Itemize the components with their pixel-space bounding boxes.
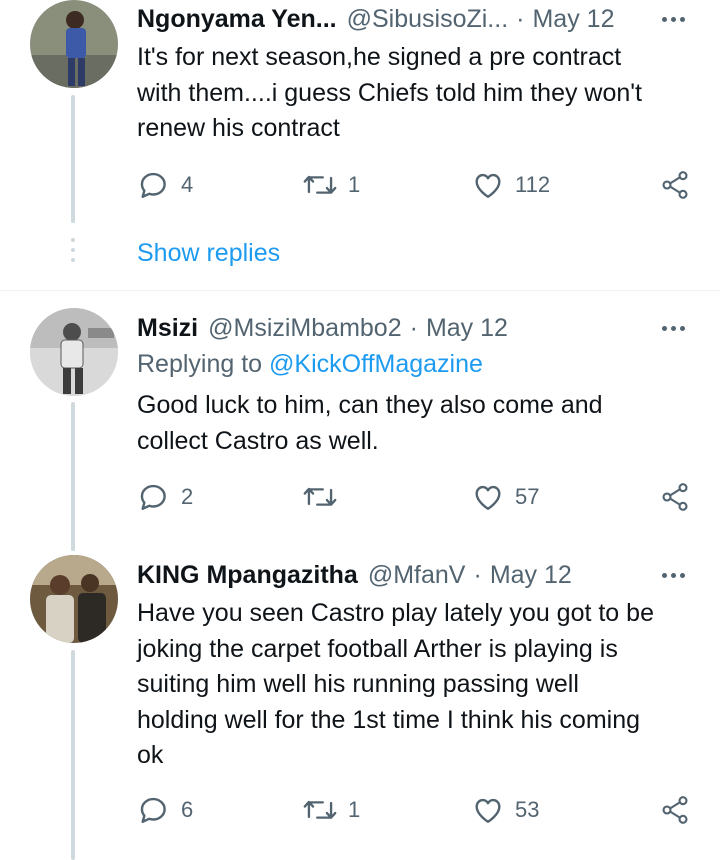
thread-line: [71, 650, 75, 860]
like-count: 112: [515, 172, 551, 197]
display-name[interactable]: KING Mpangazitha: [137, 561, 358, 590]
display-name[interactable]: Ngonyama Yen...: [137, 5, 337, 34]
separator-dot: ·: [516, 4, 525, 33]
reply-button[interactable]: 4: [137, 167, 193, 203]
heart-icon: [475, 173, 501, 198]
show-replies-link[interactable]: Show replies: [137, 239, 280, 268]
action-bar: 6 1 53: [137, 792, 697, 828]
retweet-button[interactable]: 1: [302, 167, 360, 203]
tweet-header: KING Mpangazitha @MfanV · May 12: [137, 558, 630, 592]
more-options-icon[interactable]: [658, 4, 688, 34]
replying-to: Replying to @KickOffMagazine: [137, 350, 483, 379]
avatar[interactable]: [30, 308, 118, 396]
tweet-text: It's for next season,he signed a pre con…: [137, 40, 690, 147]
reply-icon: [140, 484, 166, 510]
share-button[interactable]: [659, 167, 691, 203]
retweet-icon: [303, 487, 337, 506]
display-name[interactable]: Msizi: [137, 314, 198, 343]
retweet-count: 1: [348, 797, 361, 822]
tweet-header: Ngonyama Yen... @SibusisoZi... · May 12: [137, 2, 630, 36]
user-handle[interactable]: @MsiziMbambo2: [208, 314, 401, 343]
like-button[interactable]: 53: [471, 792, 539, 828]
share-icon: [662, 483, 688, 511]
reply-button[interactable]: 2: [137, 479, 193, 515]
like-count: 53: [515, 797, 540, 822]
more-options-icon[interactable]: [658, 313, 688, 343]
tweet-text-line: renew his contract: [137, 114, 340, 142]
share-button[interactable]: [659, 479, 691, 515]
reply-icon: [140, 797, 166, 823]
tweet-1[interactable]: Ngonyama Yen... @SibusisoZi... · May 12 …: [0, 0, 720, 290]
action-bar: 4 1 112: [137, 167, 697, 203]
share-icon: [662, 171, 688, 199]
tweet-date[interactable]: May 12: [532, 5, 614, 34]
action-bar: 2 57: [137, 479, 697, 515]
tweet-text-line: suiting him well his running passing wel…: [137, 670, 579, 698]
avatar-image-icon: [30, 0, 118, 88]
like-button[interactable]: 57: [471, 479, 539, 515]
user-handle[interactable]: @MfanV: [368, 561, 466, 590]
more-options-icon[interactable]: [658, 560, 688, 590]
share-button[interactable]: [659, 792, 691, 828]
user-handle[interactable]: @SibusisoZi...: [347, 5, 509, 34]
like-button[interactable]: 112: [471, 167, 550, 203]
tweet-text-line: ok: [137, 741, 164, 769]
retweet-icon: [303, 800, 337, 819]
thread-ellipsis: [71, 238, 75, 268]
retweet-icon: [303, 175, 337, 194]
tweet-date[interactable]: May 12: [426, 314, 508, 343]
retweet-button[interactable]: [302, 479, 348, 515]
reply-count: 2: [181, 484, 194, 509]
tweet-header: Msizi @MsiziMbambo2 · May 12: [137, 311, 630, 345]
tweet-text: Good luck to him, can they also come and…: [137, 388, 690, 459]
thread-line: [71, 402, 75, 551]
tweet-text: Have you seen Castro play lately you got…: [137, 596, 690, 774]
avatar[interactable]: [30, 555, 118, 643]
heart-icon: [475, 798, 501, 823]
separator-dot: ·: [409, 313, 418, 342]
reply-count: 6: [181, 797, 194, 822]
tweet-2[interactable]: Msizi @MsiziMbambo2 · May 12 Replying to…: [0, 291, 720, 551]
tweet-date[interactable]: May 12: [490, 561, 572, 590]
replying-label: Replying to: [137, 350, 263, 378]
tweet-text-line: Good luck to him, can they also come and: [137, 391, 603, 419]
mention-link[interactable]: @KickOffMagazine: [269, 350, 483, 378]
tweet-text-line: It's for next season,he signed a pre con…: [137, 43, 622, 71]
like-count: 57: [515, 484, 540, 509]
avatar-image-icon: [30, 555, 118, 643]
avatar[interactable]: [30, 0, 118, 88]
retweet-count: 1: [348, 172, 361, 197]
tweet-text-line: holding well for the 1st time I think hi…: [137, 705, 641, 734]
avatar-image-icon: [30, 308, 118, 396]
tweet-text-line: Have you seen Castro play lately you got…: [137, 599, 654, 627]
reply-count: 4: [181, 172, 194, 197]
tweet-3[interactable]: KING Mpangazitha @MfanV · May 12 Have yo…: [0, 540, 720, 860]
share-icon: [662, 796, 688, 824]
reply-icon: [140, 172, 166, 198]
tweet-text-line: with them....i guess Chiefs told him the…: [137, 78, 642, 107]
tweet-text-line: collect Castro as well.: [137, 426, 379, 455]
retweet-button[interactable]: 1: [302, 792, 360, 828]
separator-dot: ·: [473, 560, 482, 589]
heart-icon: [475, 485, 501, 510]
reply-button[interactable]: 6: [137, 792, 193, 828]
tweet-text-line: joking the carpet football Arther is pla…: [137, 634, 618, 663]
thread-line: [71, 95, 75, 223]
